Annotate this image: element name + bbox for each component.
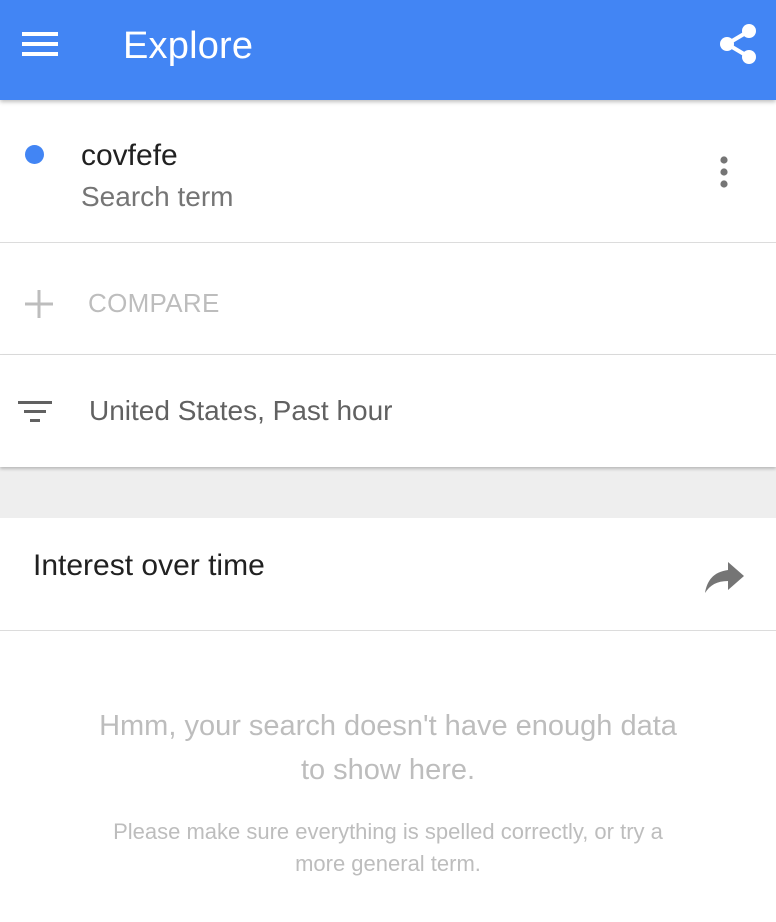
menu-button[interactable] <box>10 18 70 70</box>
term-options-button[interactable] <box>700 148 748 196</box>
share-button[interactable] <box>708 14 768 74</box>
compare-button[interactable]: COMPARE <box>0 243 776 355</box>
term-name: covfefe <box>81 139 178 172</box>
search-term-row[interactable]: covfefe Search term <box>0 100 776 243</box>
card-header: Interest over time <box>0 518 776 631</box>
empty-state-hint: Please make sure everything is spelled c… <box>113 819 663 876</box>
section-divider <box>0 467 776 518</box>
app-bar: Explore <box>0 0 776 100</box>
term-type: Search term <box>81 181 234 212</box>
filter-row[interactable]: United States, Past hour <box>0 355 776 467</box>
filter-icon <box>18 401 52 422</box>
card-title: Interest over time <box>33 549 265 582</box>
empty-state-message: Hmm, your search doesn't have enough dat… <box>99 710 677 786</box>
page-title: Explore <box>123 25 254 67</box>
plus-icon <box>22 287 56 321</box>
share-icon <box>720 24 756 64</box>
term-color-dot <box>25 145 44 164</box>
compare-label: COMPARE <box>88 288 220 318</box>
hamburger-menu-icon <box>22 32 58 56</box>
share-arrow-icon[interactable] <box>702 558 746 598</box>
more-vertical-icon <box>720 156 728 188</box>
interest-over-time-card: Interest over time Hmm, your search does… <box>0 518 776 922</box>
filter-label: United States, Past hour <box>89 395 393 426</box>
